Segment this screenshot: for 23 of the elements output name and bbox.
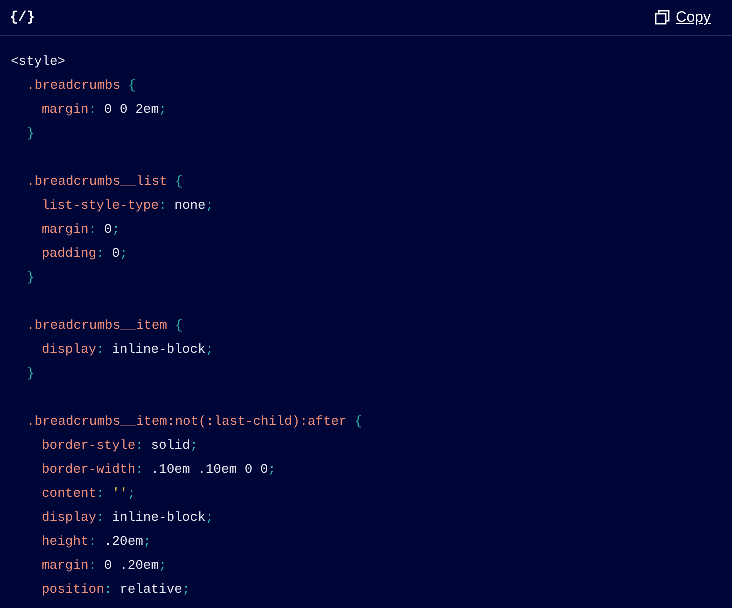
copy-icon: [654, 10, 670, 25]
code-line: }: [26, 269, 35, 287]
code-line: position: relative;: [41, 581, 190, 599]
code-line: list-style-type: none;: [41, 197, 214, 215]
code-line: margin: 0 .20em;: [41, 557, 167, 575]
code-line: border-width: .10em .10em 0 0;: [41, 461, 276, 479]
code-line: .breadcrumbs__item {: [26, 317, 184, 335]
code-line: margin: 0 0 2em;: [41, 101, 167, 119]
code-line: <style>: [10, 53, 66, 71]
code-line: .breadcrumbs__list {: [26, 173, 184, 191]
code-line: height: .20em;: [41, 533, 152, 551]
code-line: .breadcrumbs__item:not(:last-child):after {: [26, 413, 362, 431]
code-line: display: inline-block;: [41, 509, 214, 527]
logo: {/}: [10, 10, 36, 26]
code-line: margin: 0;: [41, 221, 120, 239]
code-line: }: [26, 125, 35, 143]
code-line: .breadcrumbs {: [26, 77, 136, 95]
copy-button[interactable]: Copy: [654, 9, 711, 26]
code-line: padding: 0;: [41, 245, 128, 263]
code-line: content: '';: [41, 485, 136, 503]
code-line: }: [26, 365, 35, 383]
code-line: display: inline-block;: [41, 341, 214, 359]
code-line: border-style: solid;: [41, 437, 198, 455]
